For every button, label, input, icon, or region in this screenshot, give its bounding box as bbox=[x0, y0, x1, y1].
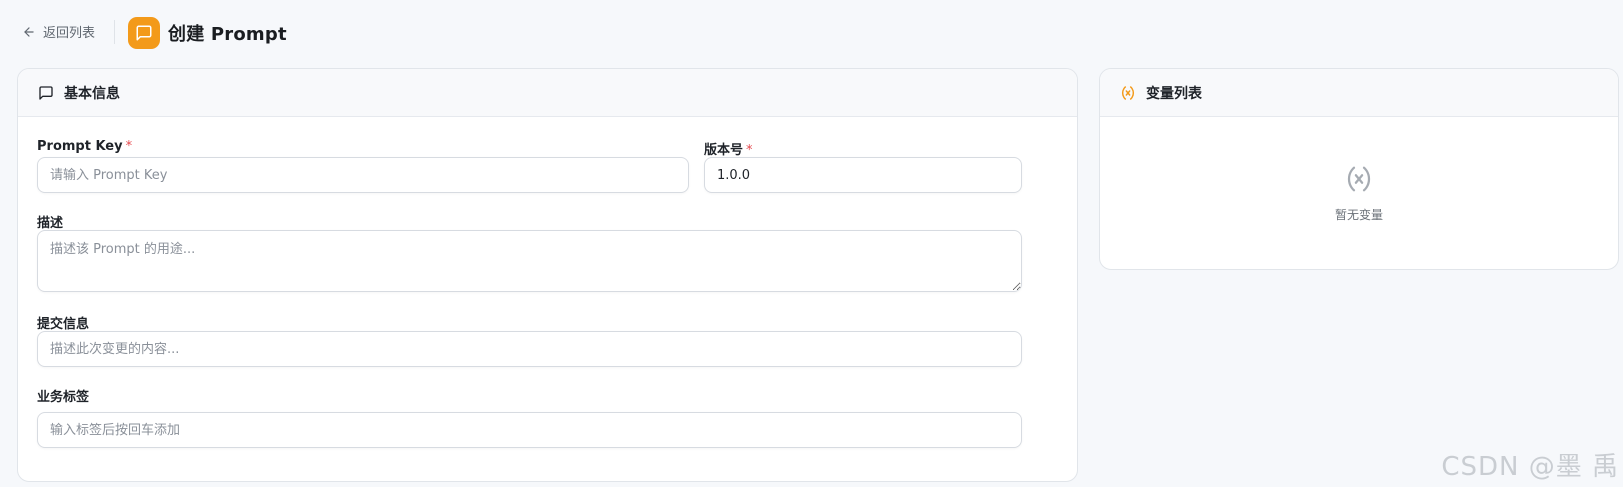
tags-input[interactable] bbox=[37, 412, 1022, 448]
prompt-key-label: Prompt Key * bbox=[37, 139, 132, 154]
basic-info-card: 基本信息 Prompt Key* 版本号* 描述 提交信息 业务标签 bbox=[17, 68, 1078, 482]
page-title: 创建 Prompt bbox=[168, 24, 287, 45]
variables-header: 变量列表 bbox=[1100, 69, 1618, 117]
version-input[interactable] bbox=[704, 157, 1022, 193]
variables-empty-state: 暂无变量 bbox=[1100, 117, 1618, 269]
watermark: CSDN @墨 禹 bbox=[1441, 452, 1619, 482]
tags-label: 业务标签 bbox=[37, 390, 90, 405]
arrow-left-icon bbox=[24, 26, 34, 37]
commit-message-label: 提交信息 bbox=[37, 317, 90, 332]
basic-info-title: 基本信息 bbox=[64, 85, 120, 102]
empty-text: 暂无变量 bbox=[1334, 207, 1383, 222]
version-label-text: 版本号 bbox=[704, 143, 744, 158]
required-mark: * bbox=[746, 143, 753, 158]
variables-title: 变量列表 bbox=[1146, 85, 1202, 102]
prompt-key-input[interactable] bbox=[37, 157, 689, 193]
back-label: 返回列表 bbox=[43, 26, 96, 41]
description-label: 描述 bbox=[37, 216, 64, 231]
message-square-icon bbox=[39, 85, 53, 100]
empty-variable-icon bbox=[1344, 164, 1374, 198]
variable-icon bbox=[1347, 166, 1371, 191]
variables-card: 变量列表 暂无变量 bbox=[1099, 68, 1619, 270]
required-mark: * bbox=[125, 139, 133, 154]
message-square-icon bbox=[136, 25, 152, 41]
header-divider bbox=[114, 20, 115, 44]
description-textarea[interactable] bbox=[37, 230, 1022, 292]
prompt-key-label-text: Prompt Key bbox=[37, 139, 123, 154]
top-bar: 返回列表 创建 Prompt bbox=[0, 0, 1623, 64]
version-label: 版本号 * bbox=[704, 139, 753, 158]
commit-message-input[interactable] bbox=[37, 331, 1022, 367]
basic-info-header: 基本信息 bbox=[18, 69, 1077, 117]
prompt-app-icon bbox=[128, 17, 160, 49]
variable-icon bbox=[1121, 85, 1135, 100]
back-to-list-link[interactable]: 返回列表 bbox=[22, 22, 95, 41]
